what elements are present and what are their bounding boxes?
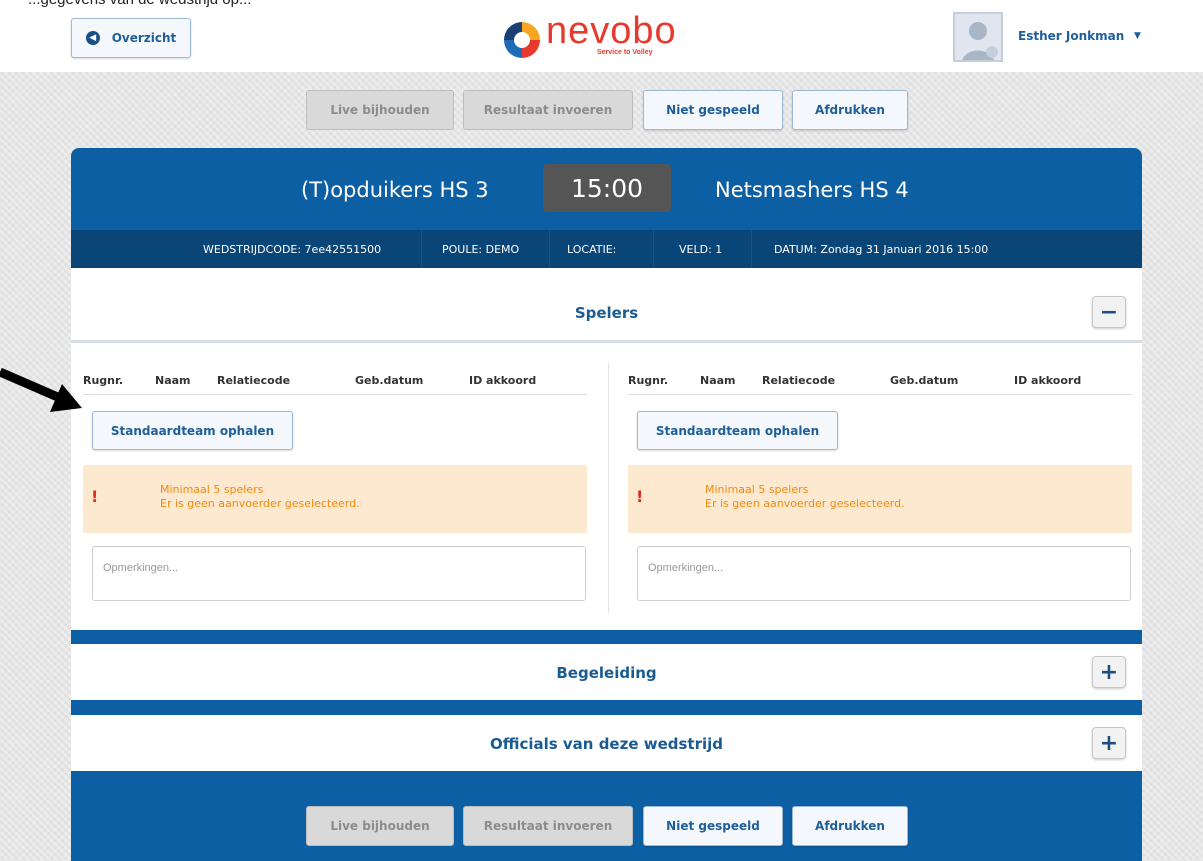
annotation-arrow-icon bbox=[0, 367, 82, 412]
not-played-button[interactable]: Niet gespeeld bbox=[643, 806, 783, 846]
officials-section-title: Officials van deze wedstrijd bbox=[489, 735, 724, 753]
collapse-players-button[interactable]: − bbox=[1092, 296, 1126, 328]
divider bbox=[653, 230, 654, 268]
avatar[interactable] bbox=[953, 12, 1003, 62]
top-action-bar: Live bijhouden Resultaat invoeren Niet g… bbox=[0, 90, 1203, 130]
divider bbox=[421, 230, 422, 268]
live-tracking-button[interactable]: Live bijhouden bbox=[306, 90, 454, 130]
fetch-standard-team-button[interactable]: Standaardteam ophalen bbox=[637, 411, 838, 450]
warning-box: ! Minimaal 5 spelers Er is geen aanvoerd… bbox=[628, 465, 1132, 533]
home-players-column: Rugnr. Naam Relatiecode Geb.datum ID akk… bbox=[79, 343, 599, 633]
warning-min-players: Minimaal 5 spelers bbox=[160, 483, 264, 496]
top-header: ...gegevens van de wedstrijd op... ◀ Ove… bbox=[0, 0, 1203, 72]
match-panel: (T)opduikers HS 3 15:00 Netsmashers HS 4… bbox=[71, 148, 1142, 861]
brand-name: nevobo bbox=[546, 10, 677, 52]
divider bbox=[628, 394, 1132, 395]
staff-section-header[interactable]: Begeleiding + bbox=[71, 644, 1142, 700]
nevobo-logo: nevobo Service to Volley bbox=[500, 10, 710, 64]
column-header-naam: Naam bbox=[155, 374, 191, 387]
column-header-naam: Naam bbox=[700, 374, 736, 387]
not-played-button[interactable]: Niet gespeeld bbox=[643, 90, 783, 130]
match-location: LOCATIE: bbox=[567, 242, 617, 256]
column-header-relatiecode: Relatiecode bbox=[762, 374, 836, 387]
players-section-title: Spelers bbox=[574, 304, 639, 322]
warning-text: Minimaal 5 spelers Er is geen aanvoerder… bbox=[160, 483, 360, 511]
divider bbox=[83, 394, 587, 395]
arrow-left-icon: ◀ bbox=[85, 31, 100, 45]
warning-box: ! Minimaal 5 spelers Er is geen aanvoerd… bbox=[83, 465, 587, 533]
players-section-header[interactable]: Spelers − bbox=[71, 268, 1142, 340]
column-divider bbox=[608, 363, 609, 613]
user-silhouette-icon bbox=[962, 22, 998, 60]
divider bbox=[751, 230, 752, 268]
chevron-down-icon[interactable]: ▼ bbox=[1134, 31, 1141, 41]
warning-min-players: Minimaal 5 spelers bbox=[705, 483, 809, 496]
column-header-gebdatum: Geb.datum bbox=[355, 374, 424, 387]
match-field: VELD: 1 bbox=[679, 242, 723, 256]
remarks-input[interactable]: Opmerkingen... bbox=[92, 546, 586, 601]
column-header-relatiecode: Relatiecode bbox=[217, 374, 291, 387]
user-name[interactable]: Esther Jonkman bbox=[1018, 29, 1124, 43]
live-tracking-button[interactable]: Live bijhouden bbox=[306, 806, 454, 846]
warning-no-captain: Er is geen aanvoerder geselecteerd. bbox=[160, 497, 360, 510]
officials-section-header[interactable]: Officials van deze wedstrijd + bbox=[71, 715, 1142, 771]
divider bbox=[549, 230, 550, 268]
print-button[interactable]: Afdrukken bbox=[792, 806, 908, 846]
exclamation-icon: ! bbox=[636, 487, 644, 506]
match-time: 15:00 bbox=[543, 164, 671, 212]
away-team-name: Netsmashers HS 4 bbox=[715, 178, 909, 202]
cropped-caption: ...gegevens van de wedstrijd op... bbox=[28, 0, 251, 8]
volleyball-logo-icon bbox=[504, 22, 540, 58]
warning-text: Minimaal 5 spelers Er is geen aanvoerder… bbox=[705, 483, 905, 511]
bottom-action-bar: Live bijhouden Resultaat invoeren Niet g… bbox=[0, 806, 1203, 846]
brand-tagline: Service to Volley bbox=[597, 49, 653, 56]
remarks-input[interactable]: Opmerkingen... bbox=[637, 546, 1131, 601]
expand-officials-button[interactable]: + bbox=[1092, 727, 1126, 759]
overview-button[interactable]: ◀ Overzicht bbox=[71, 18, 191, 58]
warning-no-captain: Er is geen aanvoerder geselecteerd. bbox=[705, 497, 905, 510]
exclamation-icon: ! bbox=[91, 487, 99, 506]
enter-result-button[interactable]: Resultaat invoeren bbox=[463, 90, 633, 130]
match-code: WEDSTRIJDCODE: 7ee42551500 bbox=[203, 242, 382, 256]
players-section-body: Rugnr. Naam Relatiecode Geb.datum ID akk… bbox=[71, 340, 1142, 630]
match-poule: POULE: DEMO bbox=[442, 242, 520, 256]
overview-button-label: Overzicht bbox=[111, 31, 177, 45]
fetch-standard-team-button[interactable]: Standaardteam ophalen bbox=[92, 411, 293, 450]
print-button[interactable]: Afdrukken bbox=[792, 90, 908, 130]
home-team-name: (T)opduikers HS 3 bbox=[301, 178, 489, 202]
away-players-column: Rugnr. Naam Relatiecode Geb.datum ID akk… bbox=[624, 343, 1142, 633]
match-date: DATUM: Zondag 31 Januari 2016 15:00 bbox=[774, 242, 989, 256]
column-header-id-akkoord: ID akkoord bbox=[469, 374, 537, 387]
column-header-id-akkoord: ID akkoord bbox=[1014, 374, 1082, 387]
column-header-rugnr: Rugnr. bbox=[628, 374, 669, 387]
match-info-bar: WEDSTRIJDCODE: 7ee42551500 POULE: DEMO L… bbox=[71, 230, 1142, 268]
enter-result-button[interactable]: Resultaat invoeren bbox=[463, 806, 633, 846]
column-header-gebdatum: Geb.datum bbox=[890, 374, 959, 387]
expand-staff-button[interactable]: + bbox=[1092, 656, 1126, 688]
staff-section-title: Begeleiding bbox=[556, 664, 657, 682]
